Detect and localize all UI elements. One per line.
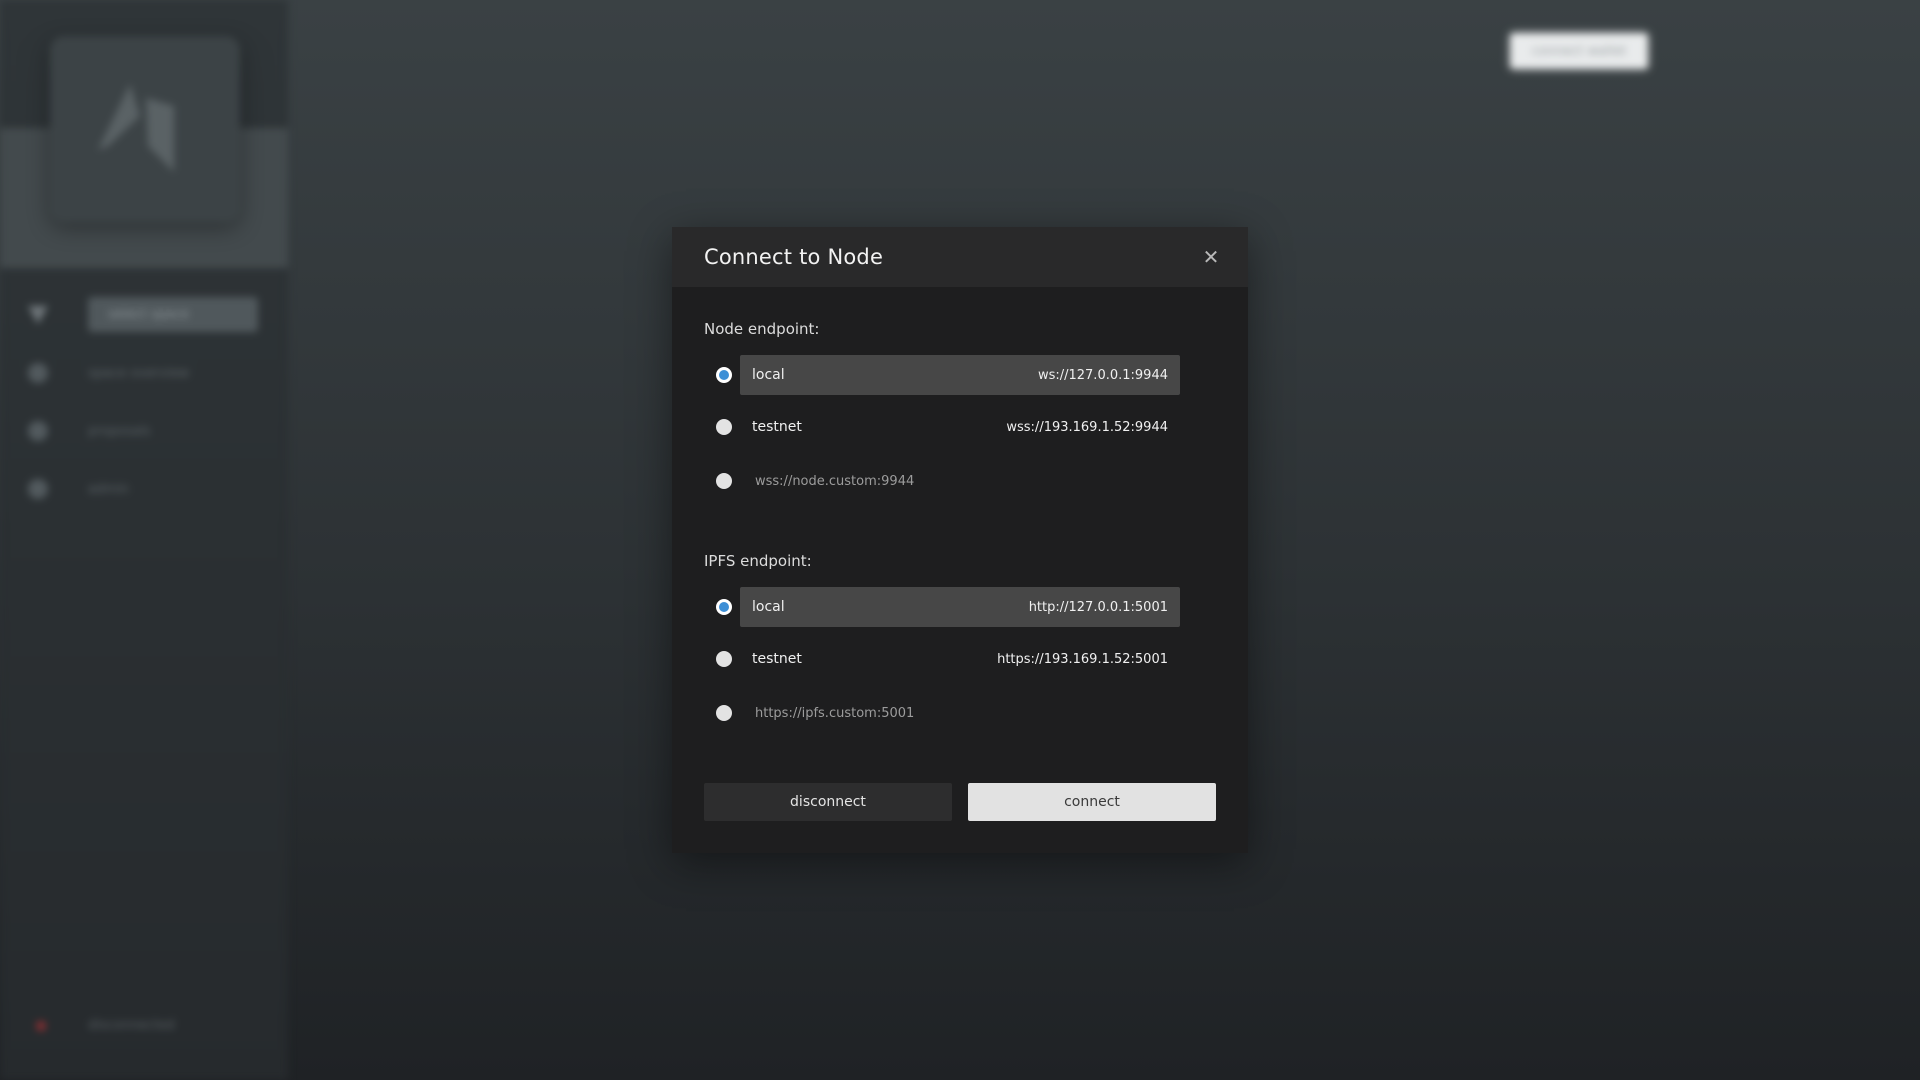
- node-custom-input[interactable]: [740, 461, 1180, 501]
- sidebar-item-admin[interactable]: admin: [28, 471, 258, 507]
- sidebar-item-space-overview[interactable]: space overview: [28, 355, 258, 391]
- ipfs-option-testnet[interactable]: testnet https://193.169.1.52:5001: [704, 639, 1180, 679]
- option-name: testnet: [752, 651, 802, 667]
- sidebar-item-proposals[interactable]: proposals: [28, 413, 258, 449]
- dialog-title: Connect to Node: [704, 245, 884, 269]
- radio-node-local[interactable]: [716, 367, 732, 383]
- ipfs-option-custom[interactable]: [704, 693, 1180, 733]
- option-name: local: [752, 599, 785, 615]
- sidebar-item-label: space overview: [88, 365, 190, 381]
- close-icon[interactable]: ✕: [1200, 245, 1222, 269]
- status-dot-icon: [36, 1020, 46, 1031]
- radio-node-custom[interactable]: [716, 473, 732, 489]
- overview-icon: [28, 363, 48, 383]
- sidebar-item-label: select space: [88, 296, 258, 332]
- sidebar: select space space overview proposals ad…: [0, 0, 288, 1080]
- connect-button[interactable]: connect: [968, 783, 1216, 821]
- connect-wallet-button[interactable]: connect wallet: [1510, 33, 1648, 69]
- gear-icon: [28, 479, 48, 499]
- ipfs-option-box[interactable]: testnet https://193.169.1.52:5001: [740, 639, 1180, 679]
- option-name: local: [752, 367, 785, 383]
- option-name: testnet: [752, 419, 802, 435]
- ipfs-option-box[interactable]: local http://127.0.0.1:5001: [740, 587, 1180, 627]
- filter-icon: [28, 306, 48, 324]
- logo-icon: [98, 84, 174, 172]
- proposals-icon: [28, 421, 48, 441]
- dialog-header: Connect to Node ✕: [672, 227, 1248, 287]
- sidebar-item-label: admin: [88, 481, 129, 497]
- sidebar-item-select-space[interactable]: select space: [28, 296, 258, 332]
- option-url: wss://193.169.1.52:9944: [1006, 419, 1168, 435]
- option-url: http://127.0.0.1:5001: [1028, 599, 1168, 615]
- radio-ipfs-custom[interactable]: [716, 705, 732, 721]
- connect-node-dialog: Connect to Node ✕ Node endpoint: local w…: [672, 227, 1248, 853]
- radio-node-testnet[interactable]: [716, 419, 732, 435]
- disconnect-button[interactable]: disconnect: [704, 783, 952, 821]
- node-option-testnet[interactable]: testnet wss://193.169.1.52:9944: [704, 407, 1180, 447]
- radio-ipfs-local[interactable]: [716, 599, 732, 615]
- node-option-box[interactable]: local ws://127.0.0.1:9944: [740, 355, 1180, 395]
- node-endpoint-label: Node endpoint:: [704, 320, 820, 338]
- radio-ipfs-testnet[interactable]: [716, 651, 732, 667]
- node-option-box[interactable]: testnet wss://193.169.1.52:9944: [740, 407, 1180, 447]
- ipfs-endpoint-label: IPFS endpoint:: [704, 552, 812, 570]
- ipfs-option-local[interactable]: local http://127.0.0.1:5001: [704, 587, 1180, 627]
- status-text: disconnected: [88, 1018, 175, 1033]
- option-url: ws://127.0.0.1:9944: [1037, 367, 1168, 383]
- ipfs-custom-input[interactable]: [740, 693, 1180, 733]
- node-option-custom[interactable]: [704, 461, 1180, 501]
- node-option-local[interactable]: local ws://127.0.0.1:9944: [704, 355, 1180, 395]
- option-url: https://193.169.1.52:5001: [997, 651, 1168, 667]
- sidebar-item-label: proposals: [88, 423, 151, 439]
- connection-status: disconnected: [36, 1018, 175, 1033]
- app-logo: [50, 36, 240, 222]
